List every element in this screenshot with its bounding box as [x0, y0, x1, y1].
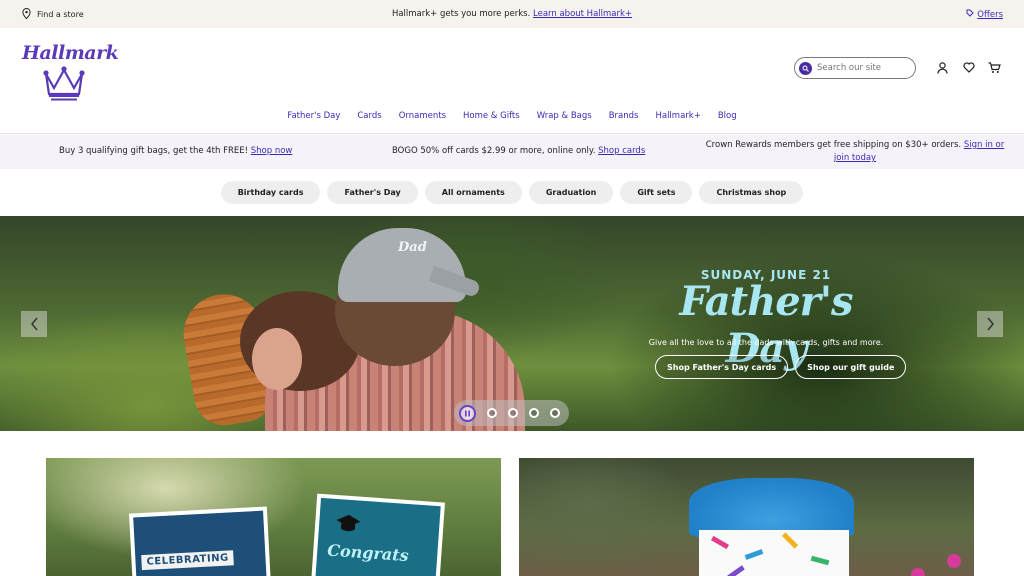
chip-christmas-shop[interactable]: Christmas shop: [699, 181, 804, 204]
site-header: Hallmark Father's Day Cards Ornaments Ho…: [0, 28, 1024, 134]
logo-wordmark: Hallmark: [22, 42, 119, 64]
gift-bags-tile[interactable]: [519, 458, 974, 576]
cart-icon[interactable]: [988, 60, 1001, 75]
carousel-dot[interactable]: [550, 408, 560, 418]
promo-crown-rewards: Crown Rewards members get free shipping …: [700, 139, 1010, 165]
promo-crown-rewards-text: Crown Rewards members get free shipping …: [705, 140, 962, 150]
flower-image: [947, 554, 961, 568]
utility-bar: Find a store Hallmark+ gets you more per…: [0, 0, 1024, 28]
nav-wrap-bags[interactable]: Wrap & Bags: [537, 111, 592, 121]
search-box[interactable]: [794, 57, 916, 79]
shop-cards-link[interactable]: Shop cards: [598, 146, 645, 156]
chip-all-ornaments[interactable]: All ornaments: [424, 181, 522, 204]
search-input[interactable]: [817, 63, 907, 73]
promo-gift-bags: Buy 3 qualifying gift bags, get the 4th …: [59, 146, 292, 156]
promo-bogo: BOGO 50% off cards $2.99 or more, online…: [392, 146, 645, 156]
chevron-right-icon: [986, 317, 994, 331]
graduation-cards-tile[interactable]: CELEBRATING Congrats: [46, 458, 501, 576]
congrats-card-image: Congrats: [311, 493, 445, 576]
crown-icon: [43, 66, 85, 101]
pause-icon: [465, 410, 470, 416]
chip-graduation[interactable]: Graduation: [528, 181, 614, 204]
hero-subline: Give all the love to all the dads with c…: [648, 338, 884, 347]
promo-bogo-text: BOGO 50% off cards $2.99 or more, online…: [392, 146, 596, 156]
carousel-dot[interactable]: [508, 408, 518, 418]
tag-icon: [966, 9, 975, 20]
nav-cards[interactable]: Cards: [357, 111, 381, 121]
pause-button[interactable]: [459, 404, 476, 422]
child-face-image: [252, 328, 302, 390]
hallmark-logo[interactable]: Hallmark: [22, 34, 119, 102]
header-icons: [936, 60, 1001, 75]
utility-promo: Hallmark+ gets you more perks. Learn abo…: [0, 9, 1024, 19]
promo-strip: Buy 3 qualifying gift bags, get the 4th …: [0, 135, 1024, 169]
search-icon[interactable]: [799, 61, 812, 75]
gift-bag-image: [699, 530, 849, 576]
heart-icon[interactable]: [962, 60, 975, 75]
utility-promo-text: Hallmark+ gets you more perks.: [391, 9, 531, 19]
learn-hallmark-plus-link[interactable]: Learn about Hallmark+: [533, 9, 632, 19]
nav-hallmark-plus[interactable]: Hallmark+: [655, 111, 700, 121]
offers-link[interactable]: Offers: [966, 9, 1003, 20]
carousel-prev-button[interactable]: [21, 311, 47, 337]
chevron-left-icon: [30, 317, 38, 331]
offers-label: Offers: [977, 9, 1003, 20]
carousel-next-button[interactable]: [977, 311, 1003, 337]
graduation-cap-icon: [336, 514, 361, 532]
blue-tissue-image: [689, 478, 854, 538]
main-nav: Father's Day Cards Ornaments Home & Gift…: [0, 111, 1024, 121]
chip-birthday-cards[interactable]: Birthday cards: [220, 181, 321, 204]
nav-home-gifts[interactable]: Home & Gifts: [463, 111, 520, 121]
carousel-dot[interactable]: [487, 408, 497, 418]
cap-badge-text: Dad: [398, 240, 427, 255]
shop-fathers-day-cards-button[interactable]: Shop Father's Day cards: [655, 355, 789, 379]
nav-blog[interactable]: Blog: [718, 111, 737, 121]
carousel-controls: [454, 400, 569, 426]
hero-cta-group: Shop Father's Day cards Shop our gift gu…: [655, 355, 907, 379]
nav-brands[interactable]: Brands: [609, 111, 639, 121]
chip-gift-sets[interactable]: Gift sets: [620, 181, 693, 204]
shop-now-link[interactable]: Shop now: [251, 146, 293, 156]
nav-ornaments[interactable]: Ornaments: [399, 111, 446, 121]
chip-fathers-day[interactable]: Father's Day: [327, 181, 418, 204]
shop-gift-guide-button[interactable]: Shop our gift guide: [795, 355, 907, 379]
promo-gift-bags-text: Buy 3 qualifying gift bags, get the 4th …: [59, 146, 249, 156]
flower-image: [911, 568, 925, 576]
account-icon[interactable]: [936, 60, 949, 75]
nav-fathers-day[interactable]: Father's Day: [287, 111, 340, 121]
category-chips: Birthday cards Father's Day All ornament…: [0, 181, 1024, 204]
hero-carousel: Dad SUNDAY, JUNE 21 Father's Day Give al…: [0, 216, 1024, 431]
celebrating-card-image: CELEBRATING: [129, 506, 271, 576]
carousel-dot[interactable]: [529, 408, 539, 418]
